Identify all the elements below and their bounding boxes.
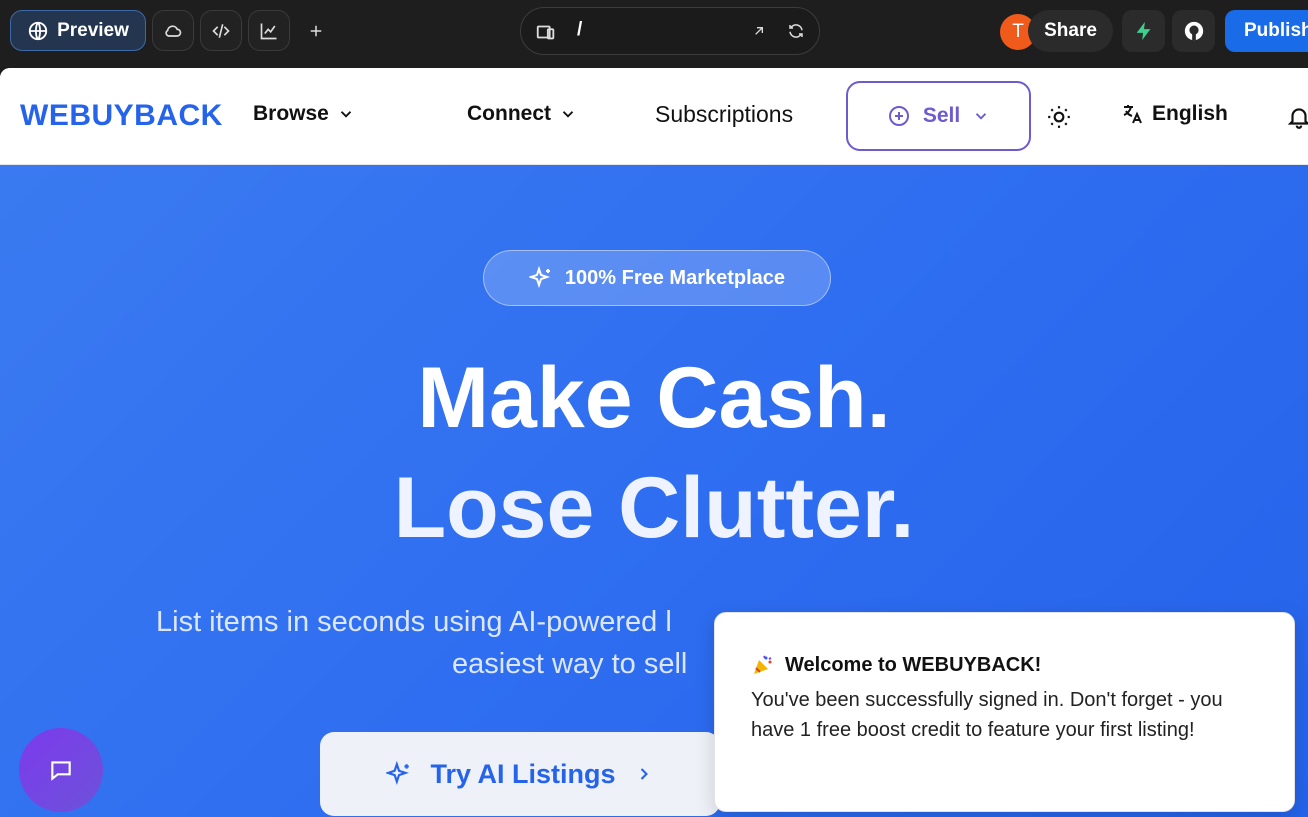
- plus-circle-icon: [888, 106, 909, 126]
- language-label: English: [1152, 102, 1228, 125]
- globe-icon: [28, 21, 48, 40]
- hero-headline-line-2: Lose Clutter.: [393, 460, 915, 556]
- share-button[interactable]: Share: [1028, 10, 1113, 52]
- welcome-toast[interactable]: Welcome to WEBUYBACK! You've been succes…: [714, 612, 1295, 812]
- free-marketplace-badge: 100% Free Marketplace: [483, 250, 831, 306]
- badge-label: 100% Free Marketplace: [564, 266, 786, 289]
- translate-icon: [1123, 105, 1142, 124]
- github-icon: [1184, 21, 1203, 41]
- nav-browse-label: Browse: [253, 102, 329, 125]
- sparkles-icon: [386, 761, 410, 786]
- toast-body: You've been successfully signed in. Don'…: [751, 689, 1223, 741]
- sparkles-icon: [528, 266, 551, 289]
- plus-icon: [310, 25, 322, 36]
- editor-toolbar: Preview / T Share Publish: [0, 0, 1308, 68]
- try-ai-listings-button[interactable]: Try AI Listings: [320, 732, 720, 816]
- nav-connect-label: Connect: [467, 102, 551, 125]
- bolt-icon: [1136, 21, 1150, 41]
- hero-headline-line-1: Make Cash.: [417, 350, 891, 446]
- url-bar[interactable]: /: [520, 7, 820, 55]
- bell-icon[interactable]: [1286, 104, 1308, 130]
- nav-connect[interactable]: Connect: [467, 102, 577, 126]
- chat-bubble-icon: [51, 761, 71, 781]
- theme-toggle-sun-icon[interactable]: [1046, 104, 1072, 130]
- nav-subscriptions[interactable]: Subscriptions: [655, 101, 793, 128]
- chevron-down-icon: [562, 111, 574, 118]
- toast-title-text: Welcome to WEBUYBACK!: [785, 653, 1042, 676]
- add-tab-button[interactable]: [296, 10, 336, 51]
- refresh-icon[interactable]: [787, 22, 805, 40]
- site-logo[interactable]: WEBUYBACK: [20, 99, 223, 133]
- cloud-button[interactable]: [152, 10, 194, 51]
- chevron-down-icon: [340, 111, 352, 118]
- site-navbar: WEBUYBACK Browse Connect Subscriptions S…: [0, 68, 1308, 165]
- chevron-right-icon: [640, 768, 648, 780]
- cloud-icon: [165, 24, 182, 37]
- code-button[interactable]: [200, 10, 242, 51]
- toast-title: Welcome to WEBUYBACK!: [751, 653, 1041, 677]
- device-icon: [536, 25, 555, 40]
- party-popper-icon: [754, 655, 772, 674]
- preview-label: Preview: [57, 19, 129, 41]
- language-selector[interactable]: English: [1120, 102, 1228, 126]
- chart-line-icon: [260, 23, 277, 39]
- nav-browse[interactable]: Browse: [253, 102, 355, 126]
- chevron-down-icon: [976, 113, 987, 120]
- supabase-button[interactable]: [1122, 10, 1165, 52]
- sell-label: Sell: [922, 104, 961, 127]
- publish-button[interactable]: Publish: [1225, 10, 1308, 52]
- try-ai-listings-label: Try AI Listings: [430, 758, 616, 789]
- url-path: /: [577, 19, 583, 40]
- code-icon: [212, 23, 230, 38]
- analytics-button[interactable]: [248, 10, 290, 51]
- chat-button[interactable]: [19, 728, 103, 812]
- github-button[interactable]: [1172, 10, 1215, 52]
- open-external-icon[interactable]: [751, 23, 767, 39]
- preview-button[interactable]: Preview: [10, 10, 146, 51]
- sell-button[interactable]: Sell: [846, 81, 1031, 151]
